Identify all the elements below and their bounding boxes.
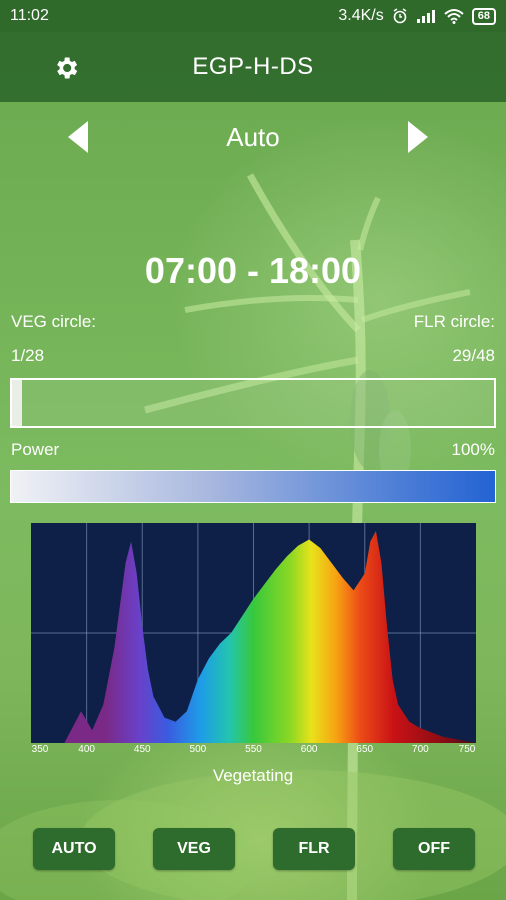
flr-circle-count: 29/48	[452, 346, 495, 365]
mode-buttons: AUTO VEG FLR OFF	[0, 828, 506, 870]
x-tick-label: 650	[356, 744, 374, 755]
status-icons: 3.4K/s 68	[338, 7, 496, 25]
x-tick-label: 600	[300, 744, 318, 755]
x-tick-label: 500	[189, 744, 207, 755]
alarm-clock-icon	[393, 8, 407, 24]
power-label: Power	[11, 440, 60, 459]
schedule-time-range[interactable]: 07:00 - 18:00	[0, 250, 506, 292]
off-button[interactable]: OFF	[393, 828, 475, 870]
battery-icon: 68	[471, 7, 496, 25]
cycle-progress-bar	[10, 378, 496, 428]
cycle-progress-fill	[12, 380, 22, 426]
current-mode-label: Auto	[226, 121, 280, 152]
triangle-left-icon[interactable]	[66, 120, 90, 154]
app-bar: EGP-H-DS	[0, 32, 506, 102]
cell-signal-icon	[416, 10, 435, 23]
x-tick-label: 700	[412, 744, 429, 755]
status-time: 11:02	[10, 7, 49, 24]
veg-circle-count: 1/28	[11, 346, 45, 365]
network-speed: 3.4K/s	[338, 7, 384, 24]
power-slider[interactable]	[10, 470, 496, 503]
veg-circle-label: VEG circle:	[11, 312, 97, 331]
x-tick-label: 550	[245, 744, 262, 755]
device-title: EGP-H-DS	[192, 53, 314, 80]
x-tick-label: 400	[78, 744, 95, 755]
triangle-right-icon[interactable]	[406, 120, 430, 154]
veg-button[interactable]: VEG	[153, 828, 235, 870]
spectrum-x-axis: 350 400 450 500 550 600 650 700 750	[31, 744, 476, 758]
mode-selector: Auto	[0, 112, 506, 162]
spectrum-caption: Vegetating	[212, 766, 294, 785]
gear-icon[interactable]	[52, 54, 80, 82]
spectrum-chart	[31, 523, 476, 743]
power-value: 100%	[451, 440, 495, 459]
x-tick-label: 450	[133, 744, 151, 755]
flr-circle-label: FLR circle:	[413, 312, 495, 331]
x-tick-label: 350	[31, 744, 49, 755]
auto-button[interactable]: AUTO	[33, 828, 115, 870]
flr-button[interactable]: FLR	[273, 828, 355, 870]
status-bar: 11:02 3.4K/s 68	[0, 0, 506, 32]
wifi-icon	[444, 9, 464, 24]
x-tick-label: 750	[458, 744, 476, 755]
